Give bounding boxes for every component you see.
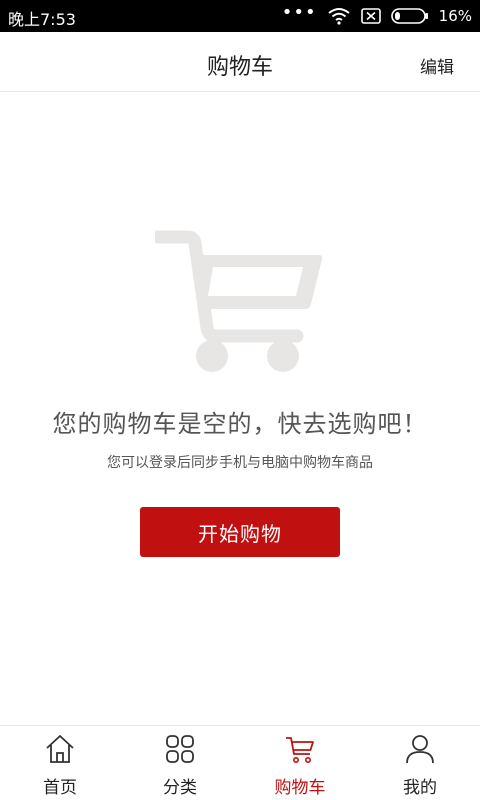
wifi-icon <box>328 8 350 25</box>
app-header: 购物车 编辑 <box>0 32 480 92</box>
bottom-nav: 首页 分类 购物车 我的 <box>0 725 480 800</box>
nav-item-home[interactable]: 首页 <box>0 726 120 800</box>
nav-label-me: 我的 <box>403 778 437 798</box>
nav-label-cart: 购物车 <box>274 778 326 798</box>
status-icons: ••• 16% <box>281 2 472 27</box>
home-icon <box>46 735 74 763</box>
nav-label-home: 首页 <box>43 778 77 798</box>
empty-cart-subtitle: 您可以登录后同步手机与电脑中购物车商品 <box>107 455 373 471</box>
status-time: 晚上7:53 <box>8 10 76 29</box>
status-bar: 晚上7:53 ••• 16% <box>0 0 480 32</box>
more-dots-icon: ••• <box>281 2 317 23</box>
page-title: 购物车 <box>206 55 273 80</box>
edit-button[interactable]: 编辑 <box>420 53 454 78</box>
empty-cart-title: 您的购物车是空的，快去选购吧！ <box>52 410 428 438</box>
battery-icon <box>390 8 428 24</box>
cart-icon <box>286 737 314 763</box>
nav-label-category: 分类 <box>163 778 197 798</box>
nav-item-cart[interactable]: 购物车 <box>240 726 360 800</box>
empty-cart-icon <box>155 230 323 372</box>
start-shopping-button[interactable]: 开始购物 <box>140 507 340 557</box>
nav-item-me[interactable]: 我的 <box>360 726 480 800</box>
battery-percent: 16% <box>438 7 472 25</box>
nav-item-category[interactable]: 分类 <box>120 726 240 800</box>
no-sim-icon <box>360 8 381 24</box>
user-icon <box>406 735 434 764</box>
category-icon <box>166 735 194 763</box>
